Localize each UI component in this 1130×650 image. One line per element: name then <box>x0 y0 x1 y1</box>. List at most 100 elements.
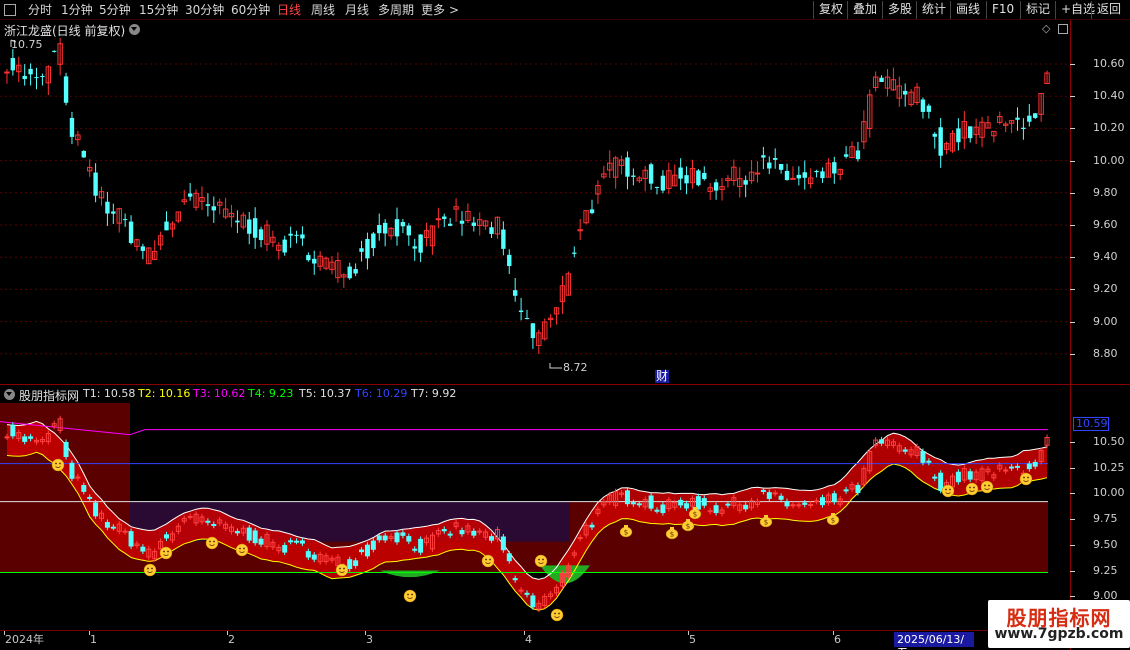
candle-body <box>754 172 761 175</box>
ind-candle-body <box>819 497 825 506</box>
chevron-right-icon[interactable]: > <box>449 2 459 18</box>
period-tab-7[interactable]: 周线 <box>311 2 335 18</box>
candle-body <box>678 167 683 179</box>
candle-body <box>956 128 961 143</box>
candle-body <box>814 170 819 173</box>
ind-candle-body <box>648 495 654 509</box>
candle-body <box>507 254 512 267</box>
period-tab-5[interactable]: 60分钟 <box>231 2 270 18</box>
smiley-icon <box>159 546 173 560</box>
main-y-tick <box>1070 192 1075 194</box>
period-tab-1[interactable]: 1分钟 <box>61 2 93 18</box>
smiley-icon <box>481 554 495 568</box>
candle-body <box>761 155 766 158</box>
period-tab-3[interactable]: 15分钟 <box>139 2 178 18</box>
ind-candle-body <box>447 533 453 536</box>
indicator-y-tick <box>1070 570 1075 572</box>
indicator-settings-icon[interactable] <box>4 389 15 400</box>
main-chart-header: 浙江龙盛(日线 前复权) ◇ <box>0 20 1070 38</box>
ind-candle-body <box>955 471 961 483</box>
candle-body <box>796 174 802 179</box>
candle-body <box>926 105 932 112</box>
indicator-y-label: 10.25 <box>1093 460 1125 474</box>
toolbar-button-5[interactable]: F10 <box>986 1 1019 19</box>
ind-candle-body <box>459 530 465 535</box>
candle-body <box>371 233 376 249</box>
candle-body <box>820 171 825 179</box>
x-label: 2 <box>228 633 235 646</box>
candle-body <box>52 50 57 52</box>
toolbar-button-1[interactable]: 叠加 <box>847 1 882 19</box>
period-tab-8[interactable]: 月线 <box>345 2 369 18</box>
ind-candle-body <box>87 496 93 499</box>
toolbar-button-4[interactable]: 画线 <box>950 1 985 19</box>
ind-candle-body <box>524 592 530 595</box>
main-y-tick <box>1070 160 1075 162</box>
candle-body <box>105 201 110 214</box>
toolbar-button-3[interactable]: 统计 <box>916 1 951 19</box>
stock-title: 浙江龙盛(日线 前复权) <box>4 24 126 38</box>
period-tab-10[interactable]: 更多 <box>421 2 445 18</box>
svg-text:$: $ <box>693 511 697 519</box>
toolbar-button-6[interactable]: 标记 <box>1020 1 1055 19</box>
ind-candle-body <box>660 504 666 514</box>
main-y-label: 10.20 <box>1093 121 1125 135</box>
candlestick-chart[interactable] <box>0 38 1070 383</box>
ind-candle-body <box>140 546 146 552</box>
candle-body <box>111 211 116 214</box>
x-label: 1 <box>90 633 97 646</box>
ind-candle-body <box>630 502 636 505</box>
ind-candle-body <box>305 551 311 558</box>
indicator-value-1: T1: 10.58 <box>83 387 136 400</box>
ind-candle-body <box>471 530 477 536</box>
period-tab-9[interactable]: 多周期 <box>378 2 414 18</box>
ind-candle-body <box>93 502 99 517</box>
ind-candle-body <box>926 460 932 463</box>
period-tab-4[interactable]: 30分钟 <box>185 2 224 18</box>
ind-candle-body <box>164 534 170 539</box>
ind-candle-body <box>624 490 630 505</box>
svg-text:$: $ <box>686 523 690 531</box>
candle-body <box>247 219 252 234</box>
ind-candle-body <box>1009 466 1015 469</box>
ind-candle-body <box>701 498 707 506</box>
smiley-icon <box>980 480 994 494</box>
toolbar-button-2[interactable]: 多股 <box>882 1 917 19</box>
indicator-y-tick <box>1070 544 1075 546</box>
candle-body <box>589 209 595 214</box>
cursor-date-badge: 2025/06/13/五 <box>894 632 974 650</box>
toolbar-button-8[interactable]: 返回 <box>1091 1 1126 19</box>
ind-candle-body <box>831 493 837 503</box>
scroll-square-icon[interactable] <box>1058 24 1068 34</box>
period-tab-6[interactable]: 日线 <box>277 2 301 18</box>
candle-body <box>205 204 211 206</box>
low-marker-arrow <box>549 363 562 369</box>
period-tab-2[interactable]: 5分钟 <box>99 2 131 18</box>
main-y-tick <box>1070 353 1075 355</box>
x-label: 5 <box>689 633 696 646</box>
period-tab-0[interactable]: 分时 <box>28 2 52 18</box>
candle-body <box>69 117 75 137</box>
candle-body <box>294 234 299 236</box>
settings-circle-icon[interactable] <box>129 24 140 35</box>
ind-candle-body <box>370 540 376 550</box>
candle-body <box>518 310 524 312</box>
diamond-icon[interactable]: ◇ <box>1042 22 1050 35</box>
indicator-y-label: 9.00 <box>1093 589 1118 603</box>
ind-candle-body <box>636 503 642 506</box>
ind-candle-body <box>205 520 211 523</box>
smiley-icon <box>403 589 417 603</box>
candle-body <box>252 218 258 238</box>
ind-candle-body <box>902 449 908 452</box>
ind-candle-body <box>441 529 447 532</box>
ind-candle-body <box>246 527 252 541</box>
ind-candle-body <box>10 424 16 437</box>
watermark-logo: 股朋指标网 www.7gpzb.com <box>988 600 1130 648</box>
toolbar-button-0[interactable]: 复权 <box>813 1 848 19</box>
indicator-chart[interactable]: $ $$$$ $ <box>0 403 1070 630</box>
ind-candle-body <box>879 439 885 444</box>
candle-body <box>778 164 784 170</box>
menu-square-icon[interactable] <box>4 4 16 16</box>
date-axis: 2025/06/13/五 2024年 1 2 3 4 5 6 <box>0 630 1070 650</box>
candle-body <box>802 172 807 178</box>
